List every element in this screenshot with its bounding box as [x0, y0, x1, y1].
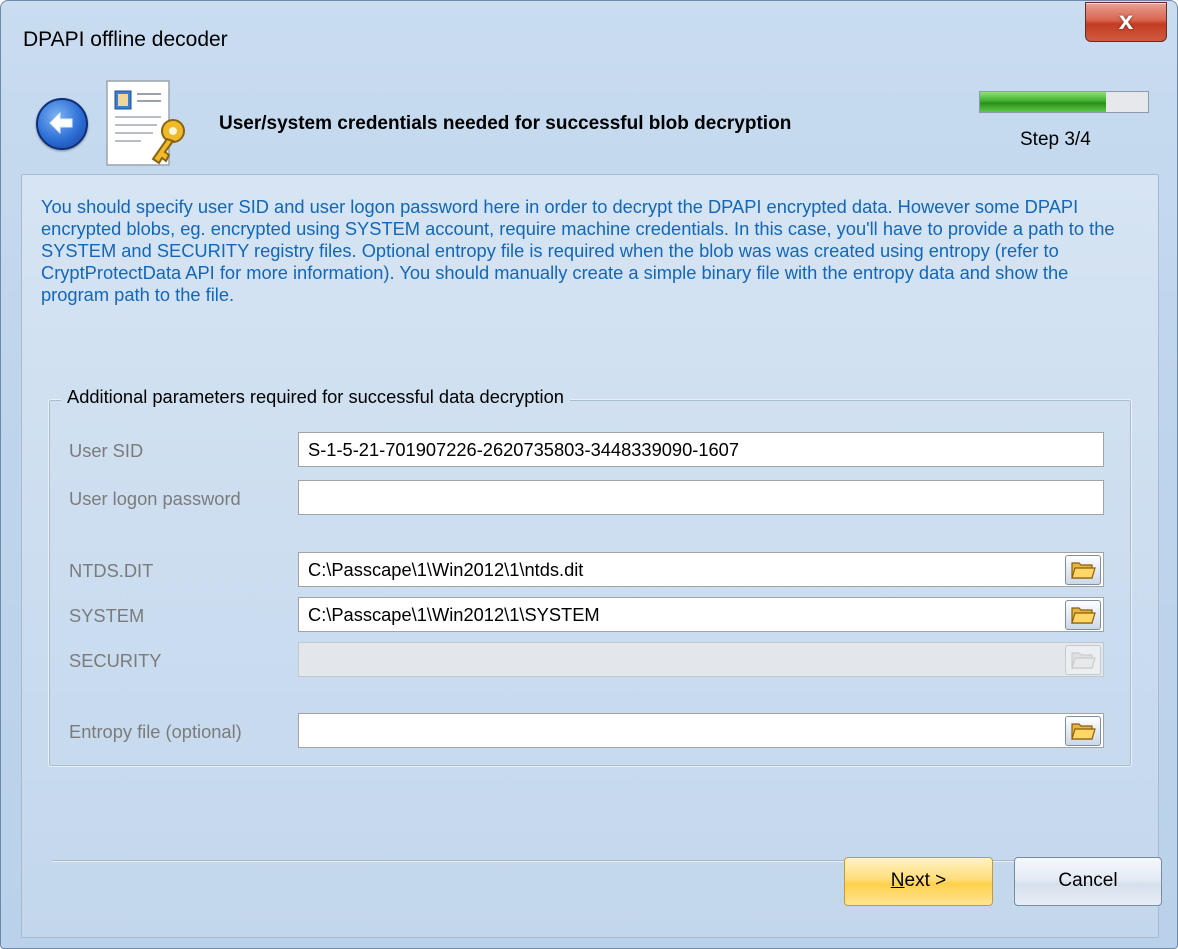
entropy-label: Entropy file (optional) — [69, 721, 242, 742]
window-title: DPAPI offline decoder — [23, 28, 228, 51]
step-progress-bar — [979, 91, 1149, 113]
security-label: SECURITY — [69, 650, 162, 671]
user-sid-label: User SID — [69, 440, 144, 461]
dialog-window: DPAPI offline decoder x User/system cred… — [0, 0, 1178, 949]
next-button[interactable]: Next > — [844, 857, 993, 906]
security-path-input[interactable] — [298, 642, 1104, 677]
step-indicator: Step 3/4 — [1020, 129, 1091, 150]
ntds-label: NTDS.DIT — [69, 560, 154, 581]
content-panel: You should specify user SID and user log… — [21, 174, 1162, 938]
step-title: User/system credentials needed for succe… — [219, 113, 792, 134]
progress-fill — [980, 92, 1106, 112]
title-bar: DPAPI offline decoder x — [1, 1, 1177, 71]
entropy-path-input[interactable] — [298, 713, 1104, 748]
next-button-label: ext > — [904, 870, 947, 891]
folder-open-icon — [1071, 652, 1096, 669]
system-browse-button[interactable] — [1065, 600, 1101, 630]
instructions-text: You should specify user SID and user log… — [41, 196, 1115, 305]
folder-open-icon — [1071, 562, 1096, 579]
cancel-button[interactable]: Cancel — [1014, 857, 1162, 906]
wizard-header: User/system credentials needed for succe… — [1, 71, 1177, 173]
password-input[interactable] — [298, 480, 1104, 515]
next-button-mnemonic: N — [890, 870, 905, 891]
entropy-browse-button[interactable] — [1065, 716, 1101, 746]
group-title: Additional parameters required for succe… — [61, 386, 570, 408]
system-label: SYSTEM — [69, 605, 145, 626]
back-arrow-icon — [49, 111, 73, 135]
password-label: User logon password — [69, 488, 241, 509]
ntds-path-input[interactable]: C:\Passcape\1\Win2012\1\ntds.dit — [298, 552, 1104, 587]
security-browse-button[interactable] — [1065, 645, 1101, 675]
ntds-browse-button[interactable] — [1065, 555, 1101, 585]
close-button[interactable]: x — [1085, 2, 1167, 42]
back-button[interactable] — [36, 98, 88, 150]
system-path-input[interactable]: C:\Passcape\1\Win2012\1\SYSTEM — [298, 597, 1104, 632]
close-icon: x — [1118, 5, 1134, 35]
folder-open-icon — [1071, 723, 1096, 740]
document-key-icon — [106, 80, 185, 166]
parameters-group: Additional parameters required for succe… — [48, 386, 1132, 767]
folder-open-icon — [1071, 607, 1096, 624]
user-sid-input[interactable]: S-1-5-21-701907226-2620735803-3448339090… — [298, 432, 1104, 467]
